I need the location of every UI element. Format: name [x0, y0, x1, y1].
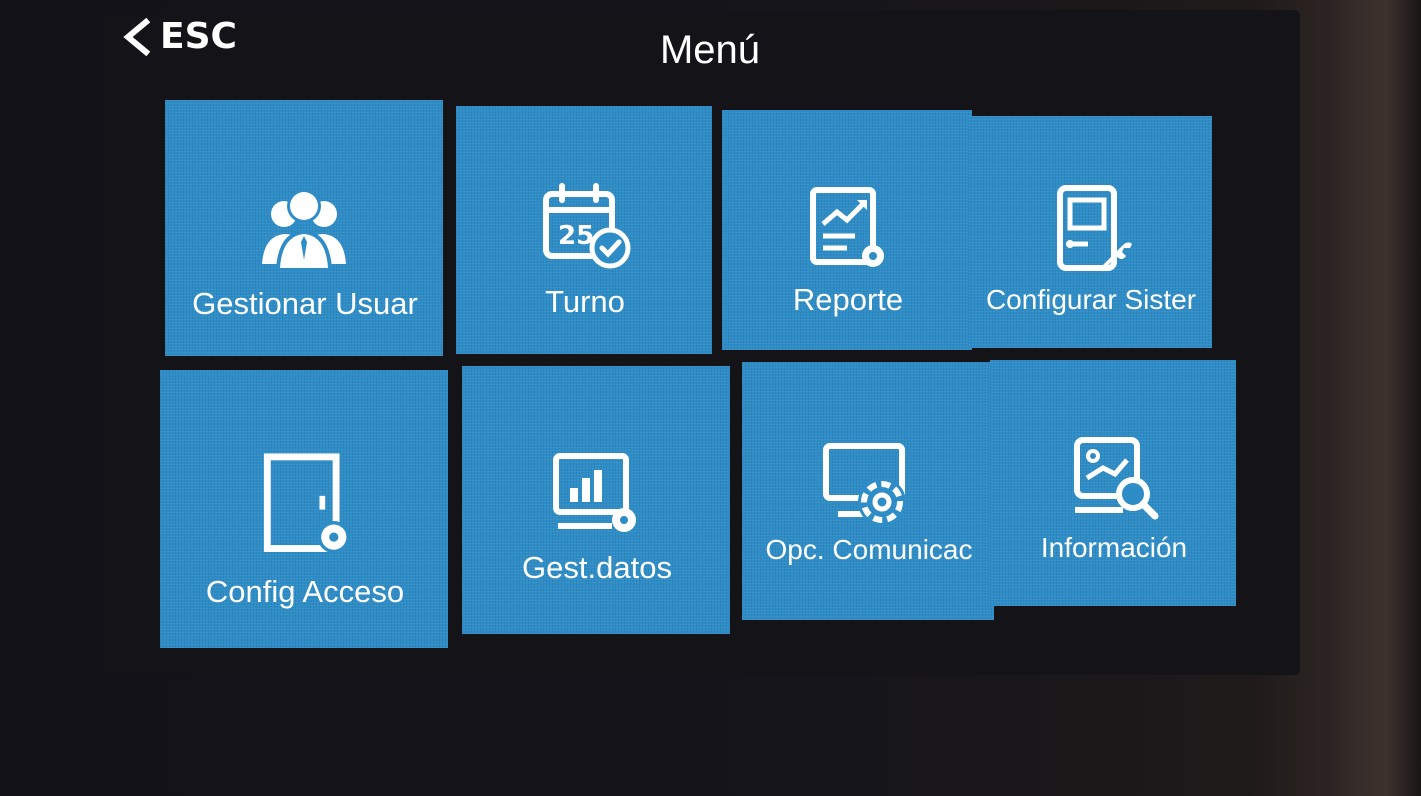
data-management-icon — [553, 453, 636, 532]
tile-informacion[interactable]: Información — [990, 360, 1236, 606]
tile-label: Reporte — [792, 282, 904, 317]
esc-back-button[interactable]: ESC — [120, 16, 237, 57]
tile-configurar-sistema[interactable]: Configurar Sister — [968, 116, 1212, 348]
tile-reporte[interactable]: Reporte — [722, 110, 972, 350]
page-title: Menú — [659, 28, 761, 72]
tile-gest-datos[interactable]: Gest.datos — [462, 366, 730, 634]
tile-label: Información — [1040, 532, 1188, 563]
tile-turno[interactable]: 25 Turno — [456, 106, 712, 354]
tile-label: Config Acceso — [205, 574, 405, 609]
users-icon — [262, 189, 346, 270]
tile-label: Turno — [545, 284, 625, 319]
tile-label: Configurar Sister — [985, 284, 1197, 315]
tile-gestionar-usuarios[interactable]: Gestionar Usuar — [165, 100, 443, 356]
calendar-shift-icon: 25 — [543, 183, 631, 269]
info-search-icon — [1074, 437, 1159, 520]
communication-settings-icon — [823, 443, 906, 526]
tile-config-acceso[interactable]: Config Acceso — [160, 370, 448, 648]
tile-opc-comunicacion[interactable]: Opc. Comunicac — [742, 362, 994, 620]
esc-label: ESC — [160, 16, 237, 57]
report-icon — [810, 187, 884, 267]
tile-label: Gestionar Usuar — [192, 286, 418, 321]
device-settings-icon — [1057, 185, 1132, 271]
door-access-icon — [263, 453, 350, 554]
device-frame-edge — [1331, 0, 1421, 796]
tile-label: Gest.datos — [522, 550, 672, 585]
svg-text:25: 25 — [558, 221, 594, 251]
tile-label: Opc. Comunicac — [765, 534, 973, 565]
chevron-left-icon — [123, 17, 151, 56]
